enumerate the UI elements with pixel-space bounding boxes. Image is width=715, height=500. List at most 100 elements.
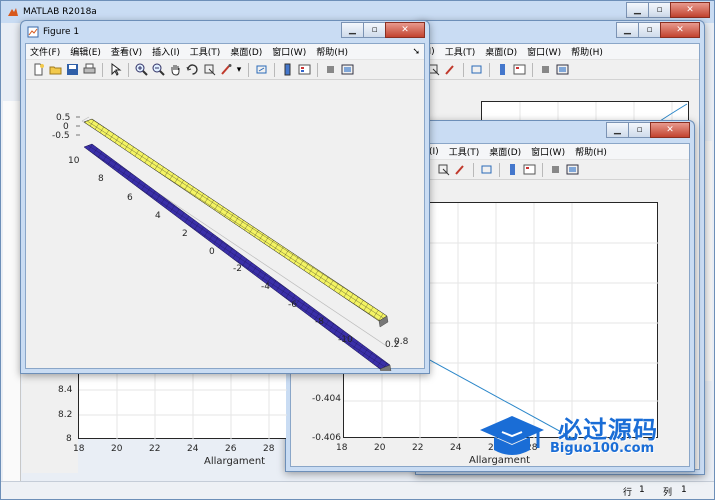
zoom-out-icon[interactable] bbox=[150, 62, 166, 78]
menu-file[interactable]: 文件(F) bbox=[30, 45, 60, 58]
ytick: 2 bbox=[182, 229, 188, 239]
figure-back-menubar: (I) 工具(T) 桌面(D) 窗口(W) 帮助(H) bbox=[421, 44, 699, 60]
menu-item[interactable]: 窗口(W) bbox=[531, 145, 565, 158]
toolbar-separator bbox=[489, 62, 490, 77]
ytick: 8.2 bbox=[58, 410, 73, 420]
xtick: 20 bbox=[111, 444, 123, 454]
left-panel-edge bbox=[3, 101, 21, 481]
colorbar-icon[interactable] bbox=[504, 162, 520, 178]
menu-help[interactable]: 帮助(H) bbox=[316, 45, 348, 58]
status-col-value: 1 bbox=[681, 485, 687, 495]
toolbar-separator bbox=[532, 62, 533, 77]
toolbar-separator bbox=[317, 62, 318, 77]
toolbar-separator bbox=[128, 62, 129, 77]
brush-icon[interactable] bbox=[442, 62, 458, 78]
figure-back-window-buttons: ▁ ▫ ✕ bbox=[616, 22, 700, 38]
ztick: -0.5 bbox=[52, 131, 70, 141]
link-icon[interactable] bbox=[478, 162, 494, 178]
edit-plot-arrow-icon[interactable] bbox=[107, 62, 123, 78]
close-button[interactable]: ✕ bbox=[385, 22, 425, 38]
ytick: 8 bbox=[98, 174, 104, 184]
hide-plot-tools-icon[interactable] bbox=[547, 162, 563, 178]
figure1-window: Figure 1 ▁ ▫ ✕ 文件(F) 编辑(E) 查看(V) 插入(I) 工… bbox=[20, 20, 430, 374]
legend-icon[interactable] bbox=[511, 62, 527, 78]
menu-item[interactable]: 窗口(W) bbox=[527, 45, 561, 58]
graduation-cap-icon bbox=[480, 416, 544, 455]
ytick: 0 bbox=[209, 247, 215, 257]
menu-tools[interactable]: 工具(T) bbox=[190, 45, 221, 58]
legend-icon[interactable] bbox=[521, 162, 537, 178]
ytick: -0.406 bbox=[312, 433, 342, 443]
menu-desktop[interactable]: 桌面(D) bbox=[230, 45, 262, 58]
z-tick-marks bbox=[76, 116, 80, 136]
status-row-label: 行 bbox=[623, 488, 633, 498]
lower-left-grid bbox=[79, 373, 287, 439]
open-file-icon[interactable] bbox=[47, 62, 63, 78]
figure1-menubar: 文件(F) 编辑(E) 查看(V) 插入(I) 工具(T) 桌面(D) 窗口(W… bbox=[26, 44, 424, 60]
xtick: 22 bbox=[149, 444, 161, 454]
menu-item[interactable]: 帮助(H) bbox=[575, 145, 607, 158]
ytick: -8 bbox=[315, 317, 324, 327]
ytick: -2 bbox=[233, 264, 242, 274]
figure1-toolbar: ▾ bbox=[26, 60, 424, 80]
maximize-button[interactable]: ▫ bbox=[628, 122, 651, 138]
hide-plot-tools-icon[interactable] bbox=[537, 62, 553, 78]
show-plot-tools-icon[interactable] bbox=[564, 162, 580, 178]
menu-window[interactable]: 窗口(W) bbox=[272, 45, 306, 58]
colorbar-icon[interactable] bbox=[279, 62, 295, 78]
legend-icon[interactable] bbox=[296, 62, 312, 78]
brush-dropdown-icon[interactable]: ▾ bbox=[235, 62, 243, 78]
maximize-button[interactable]: ▫ bbox=[363, 22, 386, 38]
menu-edit[interactable]: 编辑(E) bbox=[70, 45, 101, 58]
lower-left-axes[interactable] bbox=[78, 373, 287, 439]
hide-plot-tools-icon[interactable] bbox=[322, 62, 338, 78]
maximize-button[interactable]: ▫ bbox=[648, 2, 671, 18]
menu-item[interactable]: 工具(T) bbox=[445, 45, 476, 58]
link-plot-icon[interactable] bbox=[253, 62, 269, 78]
zoom-in-icon[interactable] bbox=[133, 62, 149, 78]
menu-item[interactable]: 工具(T) bbox=[449, 145, 480, 158]
menu-item[interactable]: (I) bbox=[429, 147, 439, 157]
show-plot-tools-icon[interactable] bbox=[339, 62, 355, 78]
close-button[interactable]: ✕ bbox=[660, 22, 700, 38]
minimize-button[interactable]: ▁ bbox=[341, 22, 364, 38]
figure1-3d-axes[interactable] bbox=[26, 81, 426, 371]
data-cursor-icon[interactable] bbox=[201, 62, 217, 78]
status-bar: 行 1 列 1 bbox=[1, 481, 714, 499]
upper-surface bbox=[83, 118, 388, 322]
ytick: 10 bbox=[68, 156, 80, 166]
xtick: 20 bbox=[374, 443, 386, 453]
menu-item[interactable]: 帮助(H) bbox=[571, 45, 603, 58]
ytick: 4 bbox=[155, 211, 161, 221]
save-icon[interactable] bbox=[64, 62, 80, 78]
close-button[interactable]: ✕ bbox=[670, 2, 710, 18]
figure1-window-buttons: ▁ ▫ ✕ bbox=[341, 22, 425, 38]
figure-mid-window-buttons: ▁ ▫ ✕ bbox=[606, 122, 690, 138]
minimize-button[interactable]: ▁ bbox=[606, 122, 629, 138]
xtick: 24 bbox=[450, 443, 462, 453]
brush-icon[interactable] bbox=[218, 62, 234, 78]
ytick: 6 bbox=[127, 193, 133, 203]
brush-icon[interactable] bbox=[452, 162, 468, 178]
menu-insert[interactable]: 插入(I) bbox=[152, 45, 180, 58]
link-icon[interactable] bbox=[468, 62, 484, 78]
rotate-3d-icon[interactable] bbox=[184, 62, 200, 78]
menu-item[interactable]: 桌面(D) bbox=[489, 145, 521, 158]
menu-item[interactable]: 桌面(D) bbox=[485, 45, 517, 58]
data-cursor-icon[interactable] bbox=[435, 162, 451, 178]
maximize-button[interactable]: ▫ bbox=[638, 22, 661, 38]
print-icon[interactable] bbox=[81, 62, 97, 78]
menubar-arrow-icon[interactable]: ➘ bbox=[412, 47, 420, 57]
menu-view[interactable]: 查看(V) bbox=[111, 45, 142, 58]
xtick: 18 bbox=[73, 444, 85, 454]
colorbar-icon[interactable] bbox=[494, 62, 510, 78]
new-figure-icon[interactable] bbox=[30, 62, 46, 78]
xtick: 24 bbox=[187, 444, 199, 454]
matlab-title: MATLAB R2018a bbox=[23, 7, 97, 17]
pan-hand-icon[interactable] bbox=[167, 62, 183, 78]
close-button[interactable]: ✕ bbox=[650, 122, 690, 138]
minimize-button[interactable]: ▁ bbox=[616, 22, 639, 38]
show-plot-tools-icon[interactable] bbox=[554, 62, 570, 78]
minimize-button[interactable]: ▁ bbox=[626, 2, 649, 18]
watermark-brand: 必过源码 bbox=[558, 416, 658, 444]
